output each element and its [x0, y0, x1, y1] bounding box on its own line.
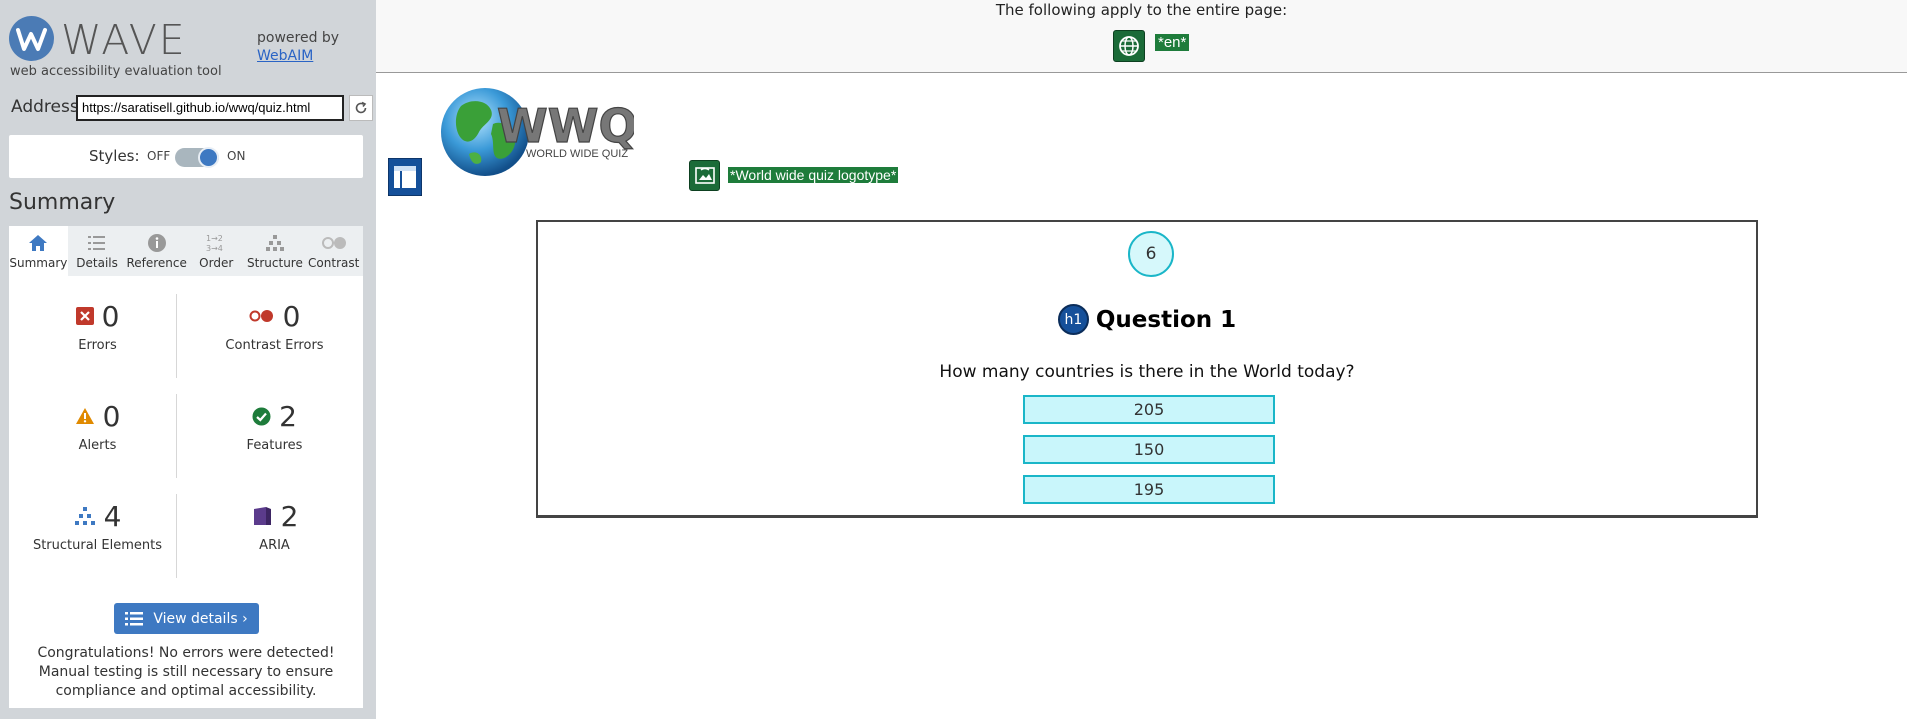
errors-label: Errors	[78, 338, 117, 353]
list-icon	[125, 611, 144, 625]
styles-toggle[interactable]	[175, 147, 219, 168]
order-icon: 1→23→4	[206, 234, 223, 253]
styles-toggle-box: Styles: OFF ON	[9, 135, 363, 178]
tab-reference-label: Reference	[126, 256, 187, 270]
styles-on-label: ON	[227, 149, 246, 163]
wave-tagline: web accessibility evaluation tool	[10, 64, 222, 79]
svg-text:3→4: 3→4	[206, 244, 223, 253]
structural-count: 4	[103, 499, 122, 533]
tab-order-label: Order	[199, 256, 234, 270]
language-tag: *en*	[1155, 34, 1190, 51]
powered-by-label: powered by	[257, 30, 340, 46]
tab-order[interactable]: 1→2 3→4 Order	[187, 226, 246, 276]
svg-text:1→2: 1→2	[206, 234, 223, 243]
globe-icon	[1119, 36, 1139, 56]
landmark-region-icon[interactable]	[388, 158, 422, 196]
address-input[interactable]: https://saratisell.github.io/wwq/quiz.ht…	[76, 95, 344, 121]
structure-elements-icon	[74, 507, 95, 525]
stats-divider	[176, 494, 177, 578]
styles-off-label: OFF	[147, 149, 171, 163]
quiz-card: 6 h1 Question 1 How many countries is th…	[536, 220, 1758, 518]
evaluated-page: WWQ WORLD WIDE QUIZ *World wide quiz log…	[376, 74, 1907, 719]
contrast-icon	[321, 237, 346, 249]
wave-logo-icon	[9, 16, 54, 61]
tab-reference[interactable]: Reference	[126, 226, 187, 276]
stat-features[interactable]: 2 Features	[186, 396, 363, 476]
contrast-errors-count: 0	[282, 299, 301, 333]
alerts-label: Alerts	[78, 438, 117, 453]
aria-label: ARIA	[259, 538, 290, 553]
alt-text-feature-badge[interactable]	[689, 160, 720, 191]
reload-button[interactable]	[349, 95, 373, 121]
contrast-error-icon	[249, 310, 273, 322]
stat-aria[interactable]: 2 ARIA	[186, 496, 363, 576]
wave-brand: WAVE web accessibility evaluation tool p…	[9, 14, 369, 84]
tab-contrast[interactable]: Contrast	[304, 226, 363, 276]
aria-icon	[253, 507, 271, 525]
address-row: Address: https://saratisell.github.io/ww…	[11, 95, 373, 121]
question-title: Question 1	[1095, 306, 1237, 333]
alert-icon	[75, 408, 94, 424]
home-icon	[29, 235, 48, 251]
alt-text-label: *World wide quiz logotype*	[728, 167, 899, 183]
question-heading-row: h1 Question 1	[538, 304, 1756, 335]
contrast-errors-label: Contrast Errors	[225, 338, 324, 353]
tab-details-label: Details	[76, 256, 118, 270]
congrats-message: Congratulations! No errors were detected…	[37, 645, 335, 699]
features-count: 2	[279, 399, 297, 433]
feature-icon	[252, 407, 271, 425]
answer-button[interactable]: 150	[1023, 435, 1275, 464]
alerts-count: 0	[102, 399, 121, 433]
logo-subtext: WORLD WIDE QUIZ	[526, 148, 628, 160]
image-alt-icon	[694, 166, 715, 184]
tab-structure[interactable]: Structure	[246, 226, 305, 276]
tab-details[interactable]: Details	[68, 226, 127, 276]
question-counter: 6	[1128, 231, 1174, 277]
question-text: How many countries is there in the World…	[939, 362, 1355, 382]
stat-contrast-errors[interactable]: 0 Contrast Errors	[186, 296, 363, 376]
tab-structure-label: Structure	[247, 256, 303, 270]
wave-tabs: Summary Details Reference 1→2 3→4 Order S…	[9, 226, 363, 276]
structural-label: Structural Elements	[32, 538, 163, 553]
aria-count: 2	[280, 499, 299, 533]
styles-label: Styles:	[89, 147, 140, 165]
tab-summary[interactable]: Summary	[9, 226, 68, 276]
stats-divider	[176, 294, 177, 378]
info-icon	[147, 234, 166, 252]
error-icon	[75, 307, 94, 325]
language-feature-badge[interactable]	[1113, 30, 1145, 62]
summary-panel: Summary Details Reference 1→2 3→4 Order S…	[9, 226, 363, 708]
list-icon	[88, 236, 106, 250]
stats-divider	[176, 394, 177, 478]
wave-logo-text: WAVE	[61, 16, 187, 64]
errors-count: 0	[101, 299, 120, 333]
world-wide-quiz-logo: WWQ WORLD WIDE QUIZ	[441, 88, 634, 176]
page-level-bar: The following apply to the entire page: …	[376, 0, 1907, 73]
address-label: Address:	[11, 97, 85, 117]
toggle-knob[interactable]	[198, 147, 219, 168]
stat-errors[interactable]: 0 Errors	[9, 296, 186, 376]
h1-structure-icon[interactable]: h1	[1057, 304, 1089, 335]
features-label: Features	[246, 438, 303, 453]
view-details-button[interactable]: View details ›	[114, 603, 259, 634]
view-details-label: View details ›	[153, 610, 248, 627]
refresh-icon	[355, 101, 367, 114]
webaim-link[interactable]: WebAIM	[257, 48, 313, 64]
answer-button[interactable]: 195	[1023, 475, 1275, 504]
summary-heading: Summary	[9, 190, 116, 215]
tab-contrast-label: Contrast	[308, 256, 360, 270]
page-level-heading: The following apply to the entire page:	[995, 1, 1288, 19]
logo-wordmark: WWQ	[497, 99, 634, 153]
stat-structural[interactable]: 4 Structural Elements	[9, 496, 186, 576]
stat-alerts[interactable]: 0 Alerts	[9, 396, 186, 476]
wave-sidebar: WAVE web accessibility evaluation tool p…	[0, 0, 376, 719]
tab-summary-label: Summary	[9, 256, 68, 270]
structure-icon	[265, 235, 284, 251]
answer-button[interactable]: 205	[1023, 395, 1275, 424]
